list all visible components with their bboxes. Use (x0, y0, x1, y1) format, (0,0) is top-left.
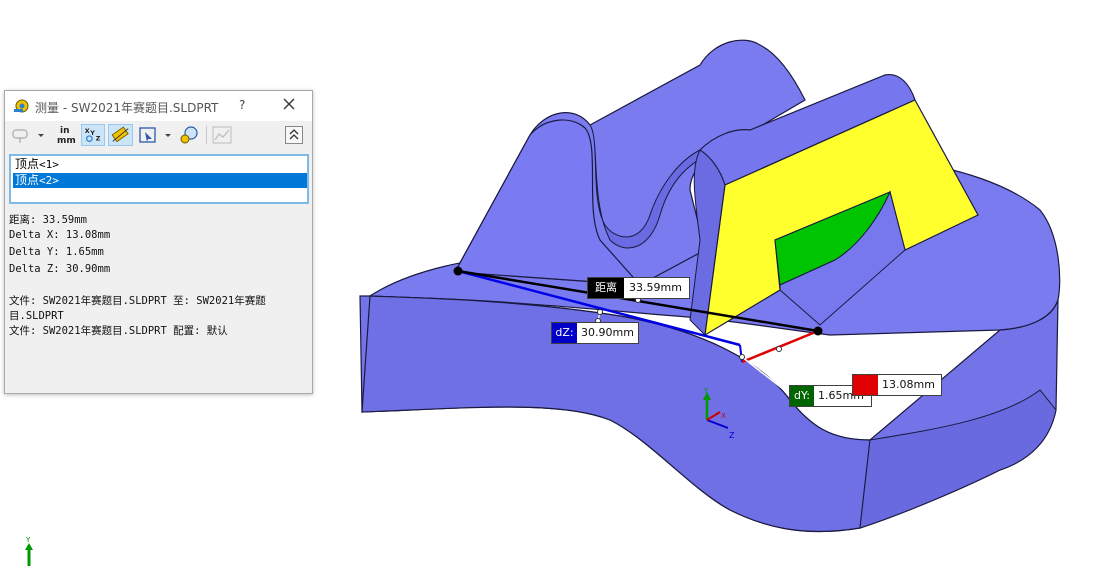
result-delta-z: Delta Z: 30.90mm (9, 263, 111, 275)
vertex-item-label: 顶点 (15, 157, 40, 171)
history-icon[interactable] (211, 124, 233, 146)
triad-z-label: Z (729, 431, 735, 440)
dz-callout[interactable]: dZ: 30.90mm (551, 322, 639, 344)
svg-text:mm: mm (57, 136, 76, 146)
dialog-titlebar[interactable]: 测量 - SW2021年赛题目.SLDPRT ? (5, 91, 312, 121)
result-delta-y: Delta Y: 1.65mm (9, 246, 104, 258)
measure-dialog[interactable]: 测量 - SW2021年赛题目.SLDPRT ? in mm X Y Z 顶点<… (4, 90, 313, 394)
collapse-icon[interactable] (285, 124, 303, 146)
vertex-2-marker[interactable] (813, 326, 823, 336)
result-delta-x: Delta X: 13.08mm (9, 229, 111, 241)
selection-list[interactable]: 顶点<1> 顶点<2> (9, 154, 309, 204)
arc-condition-icon[interactable] (10, 124, 30, 146)
vertex-item-suffix: <2> (39, 174, 59, 187)
result-file-1-cont: 目.SLDPRT (9, 310, 64, 322)
dz-leader-dot (597, 309, 603, 315)
arc-condition-dropdown-icon[interactable] (36, 124, 46, 146)
vertex-1-marker[interactable] (453, 266, 463, 276)
vertex-item-suffix: <1> (39, 158, 59, 171)
vertex-item-1[interactable]: 顶点<1> (13, 157, 307, 172)
projection-icon[interactable] (137, 124, 159, 146)
dx-callout-value: 13.08mm (882, 378, 935, 391)
triad-x-label: X (721, 412, 726, 420)
dx-leader-dot (776, 346, 782, 352)
dx-callout-label (853, 375, 878, 395)
result-distance: 距离: 33.59mm (9, 214, 87, 226)
vertex-item-2[interactable]: 顶点<2> (13, 173, 307, 188)
distance-callout-value: 33.59mm (629, 281, 682, 294)
dx-leader (778, 348, 853, 385)
result-file-2: 文件: SW2021年赛题目.SLDPRT 配置: 默认 (9, 325, 228, 337)
svg-text:Z: Z (96, 135, 101, 142)
units-icon[interactable]: in mm (54, 124, 76, 146)
distance-callout[interactable]: 距离 33.59mm (587, 277, 690, 299)
dx-callout[interactable]: 13.08mm (852, 374, 942, 396)
help-button[interactable]: ? (239, 98, 245, 112)
triad-y-label: Y (703, 387, 709, 395)
sensor-icon[interactable] (178, 124, 200, 146)
dz-callout-value: 30.90mm (581, 326, 634, 339)
result-file-1: 文件: SW2021年赛题目.SLDPRT 至: SW2021年赛题 (9, 295, 266, 307)
dy-callout-label: dY: (790, 386, 814, 406)
measure-results: 距离: 33.59mm Delta X: 13.08mm Delta Y: 1.… (9, 209, 309, 387)
dy-leader-dot (739, 354, 745, 360)
svg-text:X: X (85, 128, 90, 135)
svg-text:Y: Y (25, 536, 31, 544)
xyz-delta-icon[interactable]: X Y Z (81, 124, 105, 146)
projection-dropdown-icon[interactable] (163, 124, 173, 146)
dialog-title: 测量 - SW2021年赛题目.SLDPRT (35, 101, 219, 115)
svg-text:in: in (60, 126, 70, 136)
dialog-toolbar: in mm X Y Z (5, 121, 312, 149)
view-orientation-triad: Y (25, 536, 33, 566)
point-to-point-icon[interactable] (108, 124, 133, 146)
toolbar-separator (206, 126, 207, 144)
measure-tape-icon (14, 99, 29, 113)
distance-callout-label: 距离 (588, 278, 624, 298)
close-icon[interactable] (281, 96, 297, 112)
vertex-item-label: 顶点 (15, 173, 40, 187)
dz-callout-label: dZ: (552, 323, 577, 343)
part-model[interactable] (359, 39, 1061, 533)
